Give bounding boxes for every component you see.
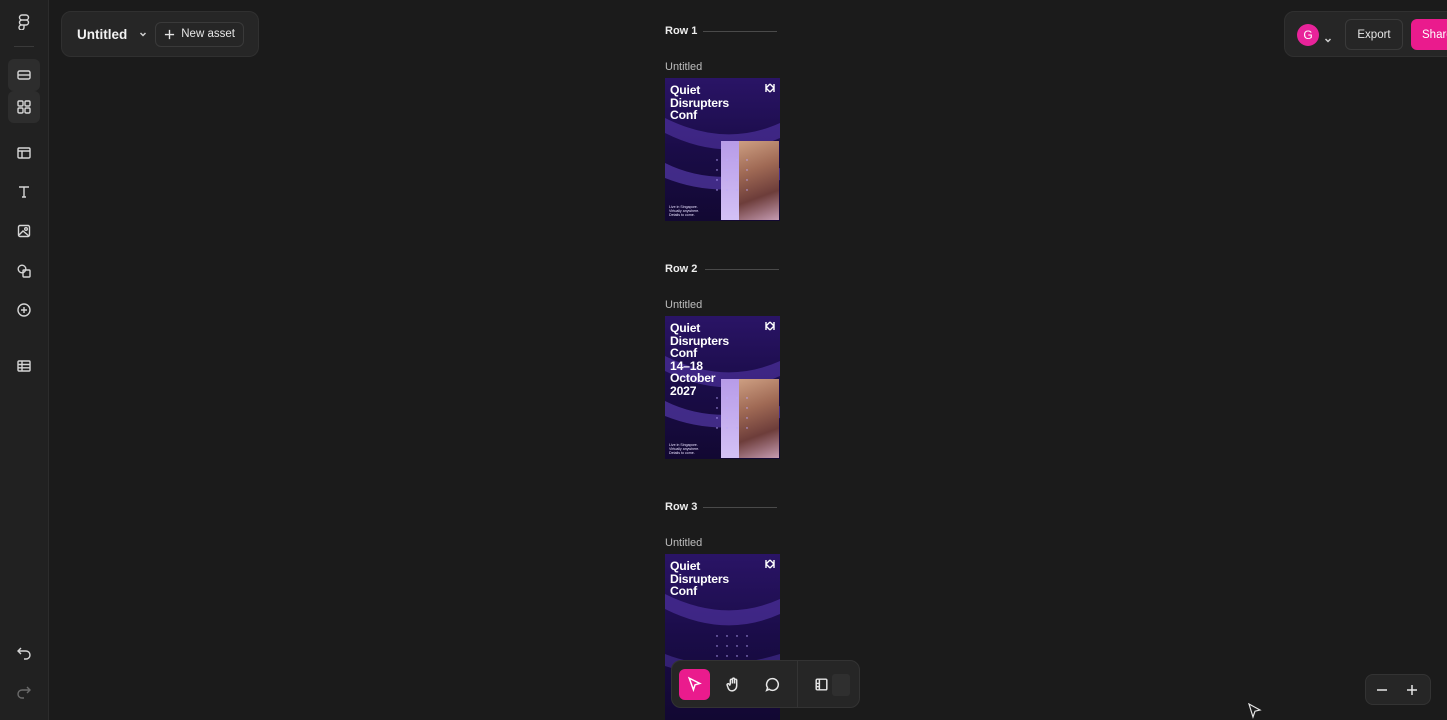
shapes-tool-icon[interactable] (8, 255, 40, 287)
plus-circle-icon[interactable] (8, 294, 40, 326)
plus-icon[interactable] (1403, 681, 1421, 699)
figma-logo-icon[interactable] (8, 6, 40, 38)
poster-logo-icon (765, 321, 775, 331)
new-asset-label: New asset (181, 28, 235, 40)
poster-dot-grid (716, 397, 748, 429)
file-panel: Untitled New asset (61, 11, 259, 57)
mouse-cursor-icon (1248, 703, 1262, 719)
row-divider (705, 269, 779, 270)
poster-footer: Live in Singapore. Virtually anywhere. D… (669, 205, 700, 217)
text-tool-icon[interactable] (8, 176, 40, 208)
chevron-down-icon[interactable] (139, 30, 147, 38)
redo-icon[interactable] (8, 675, 40, 707)
poster-dot-grid (716, 159, 748, 191)
poster-logo-icon (765, 559, 775, 569)
asset-1-poster[interactable]: Quiet Disrupters Conf Live in Singapore.… (665, 78, 780, 221)
table-icon[interactable] (8, 350, 40, 382)
toolbar-divider (797, 661, 798, 707)
bottom-toolbar (671, 660, 860, 708)
zoom-controls (1365, 674, 1431, 705)
hand-tool-icon[interactable] (718, 669, 749, 700)
plus-icon (165, 29, 175, 39)
grid-view-icon[interactable] (8, 91, 40, 123)
asset-2-poster[interactable]: Quiet Disrupters Conf 14–18 October 2027… (665, 316, 780, 459)
row-3-label: Row 3 (665, 501, 698, 513)
chevron-down-icon[interactable] (1324, 31, 1332, 43)
poster-logo-icon (765, 83, 775, 93)
asset-2-label[interactable]: Untitled (665, 299, 702, 311)
row-1-label: Row 1 (665, 25, 698, 37)
poster-title: Quiet Disrupters Conf (670, 559, 729, 598)
app-window: Untitled New asset G Export Share Row 1 … (0, 0, 1447, 720)
minus-icon[interactable] (1373, 681, 1391, 699)
comment-tool-icon[interactable] (757, 669, 788, 700)
share-button[interactable]: Share (1411, 19, 1447, 50)
file-title[interactable]: Untitled (77, 27, 127, 42)
row-2-label: Row 2 (665, 263, 698, 275)
asset-3-label[interactable]: Untitled (665, 537, 702, 549)
image-tool-icon[interactable] (8, 215, 40, 247)
export-button[interactable]: Export (1345, 19, 1403, 50)
rows-view-icon[interactable] (8, 59, 40, 91)
row-divider (703, 31, 777, 32)
avatar[interactable]: G (1297, 24, 1319, 46)
poster-title: Quiet Disrupters Conf (670, 83, 729, 122)
toolbar-divider (14, 46, 34, 47)
poster-footer: Live in Singapore. Virtually anywhere. D… (669, 443, 700, 455)
select-tool-icon[interactable] (679, 669, 710, 700)
left-toolbar (0, 0, 49, 720)
layout-template-icon[interactable] (8, 137, 40, 169)
share-panel: G Export Share (1284, 11, 1447, 57)
asset-1-label[interactable]: Untitled (665, 61, 702, 73)
new-asset-button[interactable]: New asset (155, 21, 244, 47)
row-divider (703, 507, 777, 508)
tool-placeholder (832, 674, 850, 696)
undo-icon[interactable] (8, 636, 40, 668)
